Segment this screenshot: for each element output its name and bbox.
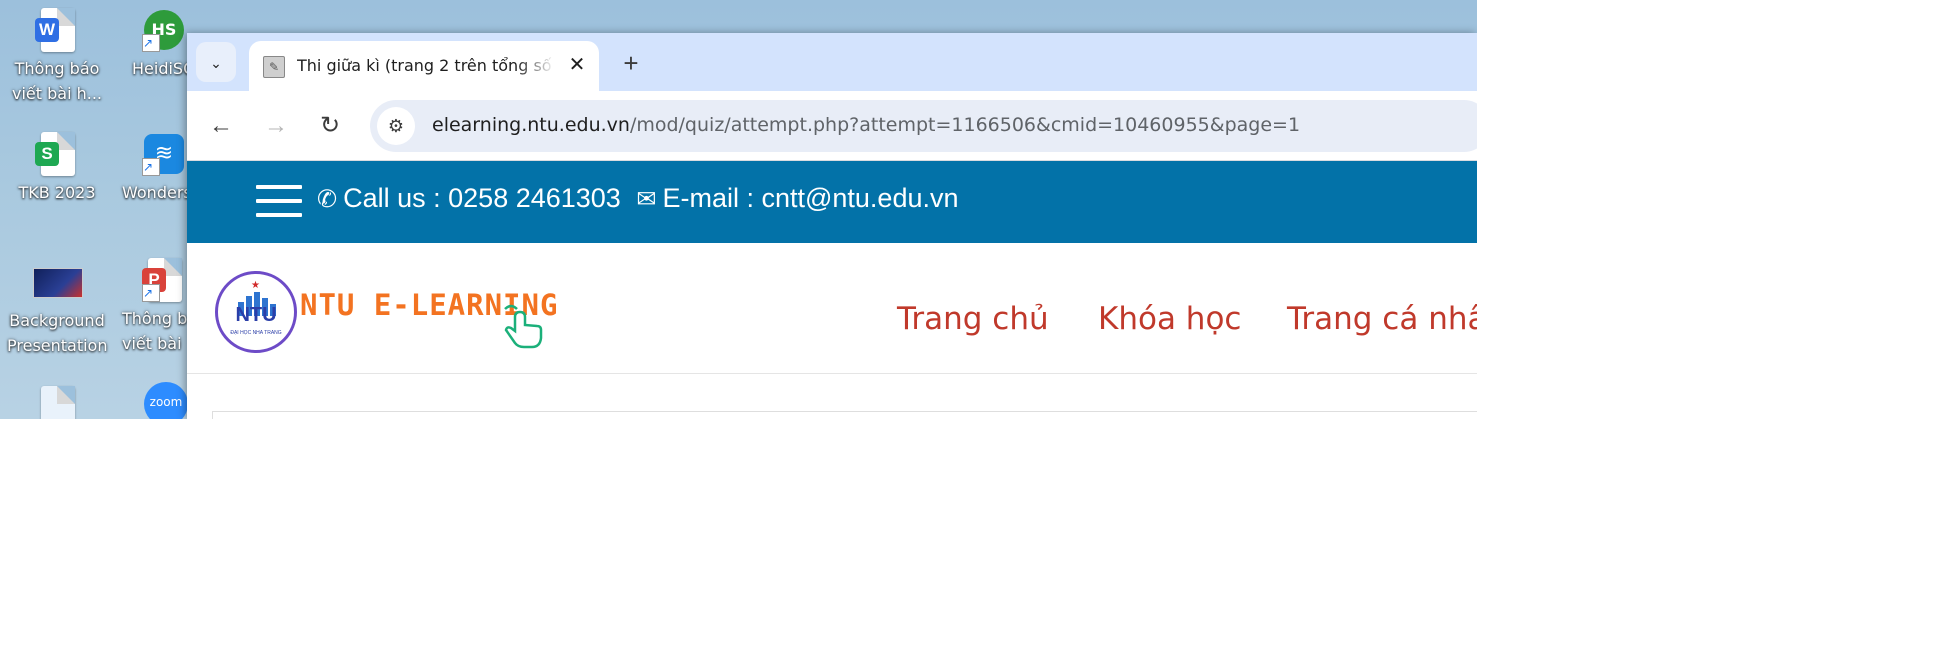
desktop-icon-tkb-2023[interactable]: S TKB 2023 bbox=[9, 132, 105, 205]
browser-window: ⌄ ✎ Thi giữa kì (trang 2 trên tổng số ✕ … bbox=[187, 33, 1477, 419]
arrow-left-icon: ← bbox=[209, 112, 233, 139]
plus-icon: + bbox=[623, 48, 639, 78]
wifi-app-icon: ≋ ↗ bbox=[142, 132, 186, 176]
url-domain: elearning.ntu.edu.vn bbox=[432, 114, 630, 136]
presentation-thumbnail-icon bbox=[33, 268, 83, 298]
forward-button[interactable]: → bbox=[258, 108, 294, 144]
tab-active[interactable]: ✎ Thi giữa kì (trang 2 trên tổng số ✕ bbox=[249, 41, 599, 91]
desktop-icon-label: HeidiSQ bbox=[132, 59, 196, 78]
desktop-icon-thong-bao-2[interactable]: P ↗ Thông b viết bài bbox=[122, 258, 192, 356]
address-bar[interactable]: ⚙ elearning.ntu.edu.vn/mod/quiz/attempt.… bbox=[370, 100, 1477, 152]
heidisql-icon: HS ↗ bbox=[142, 8, 186, 52]
close-tab-icon[interactable]: ✕ bbox=[563, 51, 591, 79]
tab-title: Thi giữa kì (trang 2 trên tổng số bbox=[297, 56, 552, 75]
nav-profile[interactable]: Trang cá nhâ bbox=[1287, 301, 1477, 337]
reload-button[interactable]: ↻ bbox=[312, 108, 348, 144]
desktop-icon-wondershare[interactable]: ≋ ↗ Wonders bbox=[122, 132, 192, 205]
site-info-button[interactable]: ⚙ bbox=[377, 107, 415, 145]
envelope-icon: ✉ bbox=[636, 186, 657, 213]
back-button[interactable]: ← bbox=[203, 108, 239, 144]
desktop-icon-label: Background Presentation bbox=[7, 311, 108, 355]
zoom-icon: zoom bbox=[142, 380, 188, 419]
tab-search-button[interactable]: ⌄ bbox=[196, 42, 236, 82]
desktop-icon-heidisql[interactable]: HS ↗ HeidiSQ bbox=[122, 8, 196, 81]
site-header: ★ NTU ĐẠI HỌC NHA TRANG NTU E-LEARNING T… bbox=[187, 243, 1477, 374]
page-favicon-icon: ✎ bbox=[263, 56, 285, 78]
wps-presentation-icon: P ↗ bbox=[142, 258, 186, 302]
desktop-icon-thong-bao[interactable]: W Thông báo viết bài h... bbox=[9, 8, 105, 106]
address-url[interactable]: elearning.ntu.edu.vn/mod/quiz/attempt.ph… bbox=[432, 114, 1300, 136]
spreadsheet-icon: S bbox=[35, 132, 79, 176]
star-icon: ★ bbox=[251, 280, 260, 291]
quiz-content-box bbox=[212, 411, 1477, 419]
new-tab-button[interactable]: + bbox=[615, 47, 647, 79]
reload-icon: ↻ bbox=[319, 112, 341, 139]
chart-document-icon bbox=[35, 386, 79, 419]
arrow-right-icon: → bbox=[264, 112, 288, 139]
hamburger-menu-icon[interactable] bbox=[256, 185, 302, 219]
call-us-text: Call us : 0258 2461303 bbox=[343, 183, 621, 213]
phone-icon: ✆ bbox=[317, 186, 338, 213]
tab-strip: ⌄ ✎ Thi giữa kì (trang 2 trên tổng số ✕ … bbox=[187, 33, 1477, 91]
pointing-hand-icon bbox=[504, 304, 543, 349]
desktop-icon-background-presentation[interactable]: Background Presentation bbox=[7, 268, 107, 358]
url-path: /mod/quiz/attempt.php?attempt=1166506&cm… bbox=[629, 114, 1301, 136]
desktop-icon-label: Thông báo viết bài h... bbox=[11, 59, 102, 103]
desktop-icon-label: TKB 2023 bbox=[18, 183, 96, 202]
desktop-icon-chart-doc[interactable] bbox=[9, 386, 105, 419]
ntu-logo[interactable]: ★ NTU ĐẠI HỌC NHA TRANG bbox=[215, 271, 297, 353]
browser-toolbar: ← → ↻ ⚙ elearning.ntu.edu.vn/mod/quiz/at… bbox=[187, 91, 1477, 161]
nav-courses[interactable]: Khóa học bbox=[1098, 301, 1241, 337]
email-text[interactable]: E-mail : cntt@ntu.edu.vn bbox=[662, 183, 958, 213]
desktop-icon-label: Thông b viết bài bbox=[122, 309, 188, 353]
tune-icon: ⚙ bbox=[387, 116, 405, 136]
word-doc-icon: W bbox=[35, 8, 79, 52]
logo-subtitle: ĐẠI HỌC NHA TRANG bbox=[230, 330, 282, 336]
desktop-icon-label: Wonders bbox=[122, 183, 192, 202]
contact-info: ✆ Call us : 0258 2461303 ✉ E-mail : cntt@n… bbox=[317, 183, 959, 214]
chevron-down-icon: ⌄ bbox=[210, 55, 222, 71]
logo-text: NTU bbox=[235, 304, 277, 326]
desktop-icon-zoom[interactable]: zoom bbox=[122, 380, 192, 419]
desktop: W Thông báo viết bài h... HS ↗ HeidiSQ S… bbox=[0, 0, 1477, 419]
nav-home[interactable]: Trang chủ bbox=[897, 301, 1049, 337]
site-top-bar: ✆ Call us : 0258 2461303 ✉ E-mail : cntt@n… bbox=[187, 161, 1477, 243]
